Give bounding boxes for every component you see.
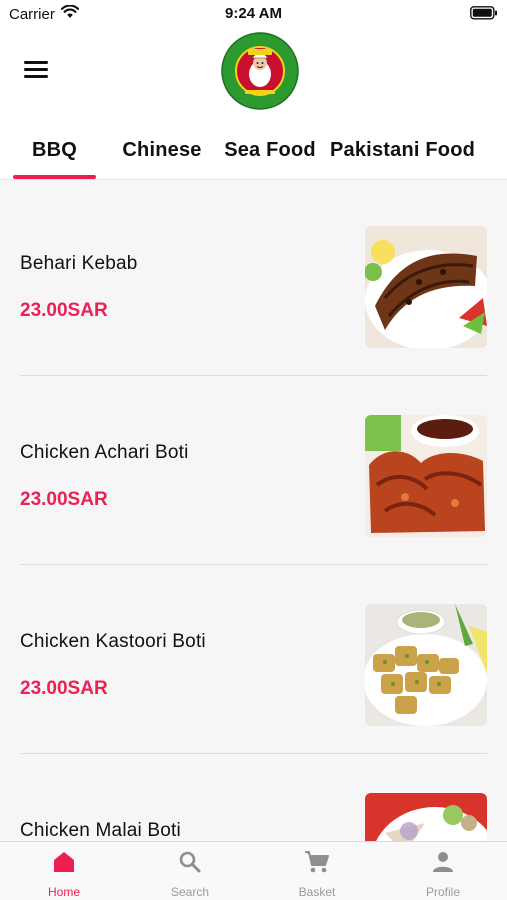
item-name: Chicken Kastoori Boti bbox=[20, 631, 206, 652]
active-tab-indicator bbox=[13, 175, 96, 179]
item-name: Behari Kebab bbox=[20, 253, 138, 274]
nav-label: Search bbox=[170, 885, 210, 899]
search-icon bbox=[179, 851, 201, 873]
nav-search[interactable]: Search bbox=[127, 842, 253, 900]
menu-item-list[interactable]: Behari Kebab 23.00SAR Chicken Achari Bot… bbox=[0, 181, 507, 841]
nav-home[interactable]: Home bbox=[1, 842, 127, 900]
nav-basket[interactable]: Basket bbox=[254, 842, 380, 900]
nav-label: Profile bbox=[425, 885, 460, 899]
tab-pakistani-food[interactable]: Pakistani Food bbox=[330, 128, 475, 180]
category-tabs: BBQ Chinese Sea Food Pakistani Food bbox=[0, 128, 507, 180]
cart-icon bbox=[305, 851, 329, 873]
hamburger-menu-icon[interactable] bbox=[24, 61, 48, 81]
nav-label: Basket bbox=[298, 885, 336, 899]
list-item[interactable]: Behari Kebab 23.00SAR bbox=[0, 181, 507, 370]
top-header: Carrier 9:24 AM BBQ Chinese Sea Food Pak… bbox=[0, 0, 507, 180]
list-item[interactable]: Chicken Malai Boti bbox=[0, 748, 507, 841]
list-item[interactable]: Chicken Achari Boti 23.00SAR bbox=[0, 370, 507, 559]
profile-icon bbox=[433, 852, 453, 872]
tab-sea-food[interactable]: Sea Food bbox=[222, 128, 318, 180]
item-image bbox=[365, 604, 487, 726]
tab-bbq[interactable]: BBQ bbox=[13, 128, 96, 180]
tab-chinese[interactable]: Chinese bbox=[118, 128, 206, 180]
item-image bbox=[365, 415, 487, 537]
nav-profile[interactable]: Profile bbox=[380, 842, 506, 900]
home-icon bbox=[54, 852, 74, 872]
item-price: 23.00SAR bbox=[20, 678, 108, 699]
tab-label: Pakistani Food bbox=[330, 139, 476, 161]
status-bar: Carrier 9:24 AM bbox=[0, 0, 507, 28]
status-time: 9:24 AM bbox=[225, 5, 282, 22]
list-item[interactable]: Chicken Kastoori Boti 23.00SAR bbox=[0, 559, 507, 748]
item-price: 23.00SAR bbox=[20, 489, 108, 510]
battery-icon bbox=[470, 6, 498, 24]
item-image bbox=[365, 793, 487, 841]
restaurant-logo bbox=[221, 32, 299, 110]
item-name: Chicken Malai Boti bbox=[20, 820, 181, 841]
item-name: Chicken Achari Boti bbox=[20, 442, 189, 463]
tab-label: Sea Food bbox=[224, 139, 316, 161]
nav-label: Home bbox=[47, 885, 80, 899]
tab-label: BBQ bbox=[31, 139, 78, 161]
bottom-navigation: Home Search Basket Profile bbox=[0, 841, 507, 900]
tab-label: Chinese bbox=[122, 139, 202, 161]
item-price: 23.00SAR bbox=[20, 300, 108, 321]
item-image bbox=[365, 226, 487, 348]
